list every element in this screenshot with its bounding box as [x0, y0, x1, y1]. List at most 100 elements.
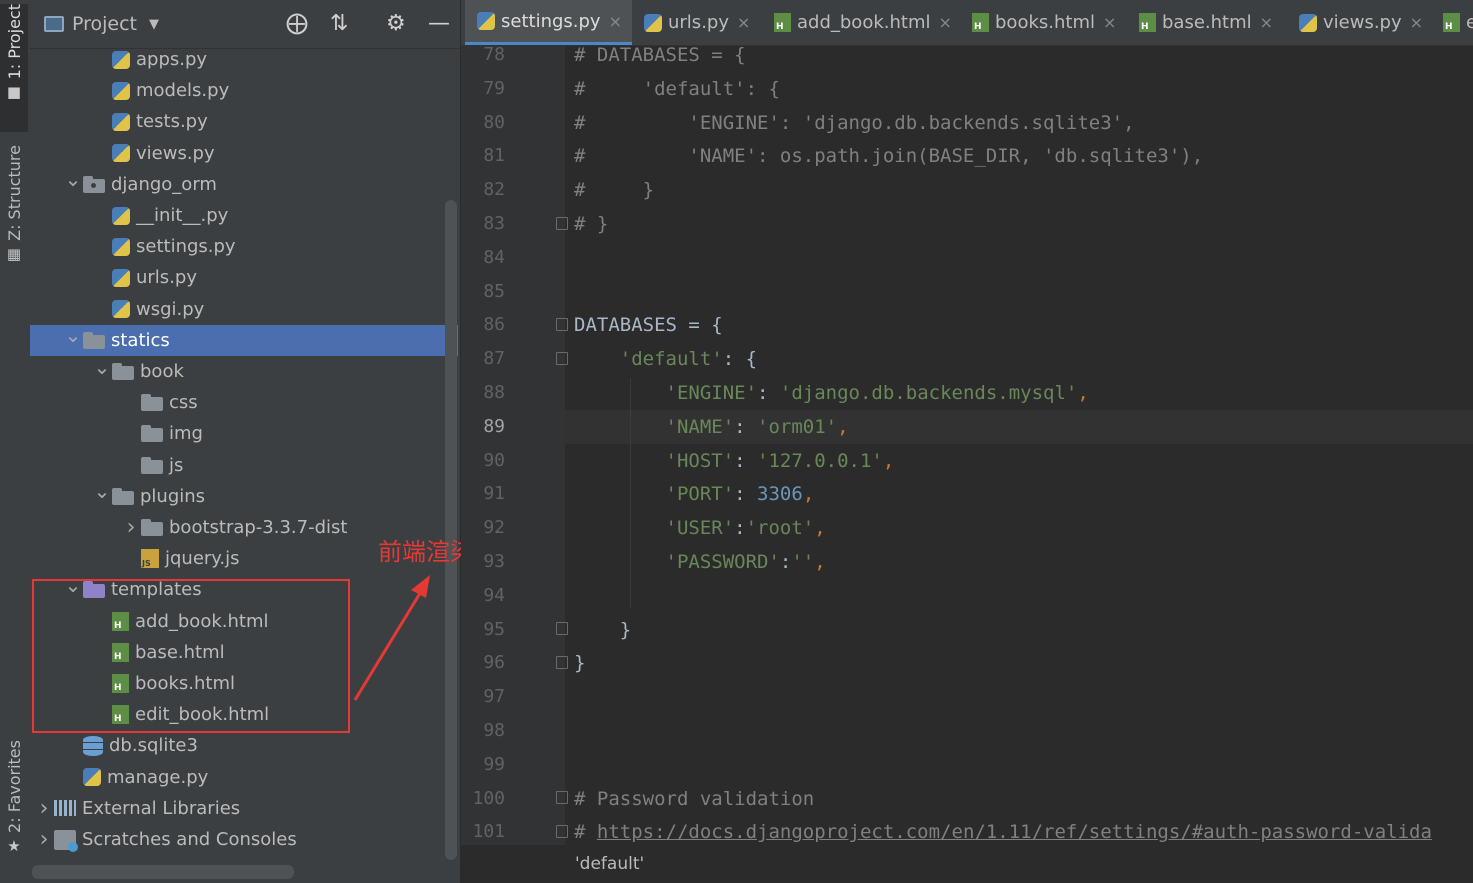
tree-item-label: edit_book.html — [135, 704, 270, 726]
code-line[interactable]: } — [574, 646, 1473, 680]
tree-item[interactable]: __init__.py — [30, 200, 458, 231]
code-token: , — [837, 415, 849, 438]
python-file-icon — [474, 9, 495, 30]
close-icon[interactable]: × — [1410, 13, 1423, 32]
python-file-icon — [109, 78, 130, 100]
code-line[interactable]: # DATABASES = { — [574, 38, 1473, 72]
line-number: 79 — [483, 77, 505, 99]
tree-item[interactable]: ⌄ statics — [30, 323, 458, 356]
favorites-tool-tab-label: 2: Favorites — [4, 740, 24, 833]
chevron-down-icon[interactable]: ⌄ — [63, 167, 83, 191]
close-icon[interactable]: × — [1260, 13, 1273, 32]
code-token: 'orm01' — [757, 415, 838, 438]
chevron-down-icon[interactable]: ⌄ — [63, 323, 83, 347]
tree-item-label: External Libraries — [82, 797, 241, 819]
fold-marker-icon[interactable] — [556, 318, 568, 331]
code-line[interactable]: # 'default': { — [574, 72, 1473, 106]
tree-item[interactable]: tests.py — [30, 106, 458, 137]
chevron-down-icon[interactable]: ⌄ — [92, 355, 112, 379]
fold-marker-icon[interactable] — [556, 791, 568, 804]
line-number: 90 — [483, 449, 505, 471]
fold-marker-icon[interactable] — [556, 656, 568, 669]
tree-item[interactable]: db.sqlite3 — [30, 730, 458, 761]
tree-item[interactable]: wsgi.py — [30, 294, 458, 325]
tree-item[interactable]: books.html — [30, 668, 458, 699]
horizontal-scrollbar[interactable] — [32, 865, 294, 879]
code-line[interactable] — [574, 275, 1473, 309]
favorites-tool-tab[interactable]: 2: Favorites ★ — [0, 740, 28, 870]
code-line[interactable]: 'USER':'root', — [574, 511, 1473, 545]
chevron-right-icon[interactable]: › — [34, 827, 54, 852]
collapse-all-icon[interactable]: ⇅ — [330, 12, 348, 36]
tree-item[interactable]: ⌄ plugins — [30, 479, 458, 512]
tree-item[interactable]: › Scratches and Consoles — [30, 824, 458, 855]
code-line[interactable] — [574, 680, 1473, 714]
code-line[interactable]: # } — [574, 173, 1473, 207]
tree-item[interactable]: manage.py — [30, 762, 458, 793]
code-line[interactable] — [574, 748, 1473, 782]
code-line[interactable]: } — [574, 613, 1473, 647]
code-line[interactable]: DATABASES = { — [574, 308, 1473, 342]
close-icon[interactable]: × — [737, 13, 750, 32]
indent-guide — [630, 378, 631, 608]
gear-icon[interactable]: ⚙ — [386, 12, 406, 36]
chevron-right-icon[interactable]: › — [34, 796, 54, 821]
structure-tool-tab[interactable]: Z: Structure ▦ — [0, 145, 28, 273]
code-line[interactable] — [574, 714, 1473, 748]
fold-marker-icon[interactable] — [556, 352, 568, 365]
code-line[interactable]: # } — [574, 207, 1473, 241]
chevron-down-icon[interactable]: ⌄ — [92, 479, 112, 503]
chevron-right-icon[interactable]: › — [121, 515, 141, 540]
line-number: 82 — [483, 179, 505, 201]
code-line[interactable]: # 'ENGINE': 'django.db.backends.sqlite3'… — [574, 106, 1473, 140]
tree-item[interactable]: urls.py — [30, 262, 458, 293]
chevron-down-icon[interactable]: ▼ — [149, 17, 159, 32]
tree-item[interactable]: › External Libraries — [30, 793, 458, 824]
tree-item-label: css — [169, 392, 198, 414]
tree-item[interactable]: ⌄ book — [30, 355, 458, 387]
code-line[interactable]: 'ENGINE': 'django.db.backends.mysql', — [574, 376, 1473, 410]
tree-item[interactable]: ⌄ templates — [30, 573, 458, 605]
code-line[interactable]: # Password validation — [574, 782, 1473, 816]
tree-item[interactable]: base.html — [30, 637, 458, 668]
fold-marker-icon[interactable] — [556, 217, 568, 230]
code-line[interactable]: 'PORT': 3306, — [574, 477, 1473, 511]
code-line[interactable] — [574, 241, 1473, 275]
line-number: 96 — [483, 652, 505, 674]
vertical-scrollbar[interactable] — [445, 200, 457, 860]
tree-item[interactable]: css — [30, 387, 458, 418]
code-line[interactable]: 'default': { — [574, 342, 1473, 376]
code-line[interactable]: 'NAME': 'orm01', — [574, 410, 1473, 444]
tree-item[interactable]: js — [30, 450, 458, 481]
close-icon[interactable]: × — [1103, 13, 1116, 32]
project-tool-tab[interactable]: 1: Project ■ — [0, 4, 28, 132]
code-line[interactable] — [574, 579, 1473, 613]
breadcrumb[interactable]: 'default' — [565, 848, 1473, 883]
close-icon[interactable]: × — [609, 12, 622, 31]
chevron-down-icon[interactable]: ⌄ — [63, 573, 83, 597]
locate-file-icon[interactable]: ⨁ — [286, 12, 308, 36]
line-number: 87 — [483, 348, 505, 370]
code-token: 'USER' — [665, 517, 735, 540]
code-line[interactable]: # 'NAME': os.path.join(BASE_DIR, 'db.sql… — [574, 139, 1473, 173]
tree-item[interactable]: apps.py — [30, 44, 458, 75]
tree-item[interactable]: edit_book.html — [30, 699, 458, 730]
tree-item[interactable]: img — [30, 418, 458, 449]
code-line[interactable]: # https://docs.djangoproject.com/en/1.11… — [574, 815, 1473, 849]
project-view-selector[interactable]: Project — [72, 13, 137, 35]
tree-item-label: apps.py — [136, 49, 208, 70]
tree-item[interactable]: views.py — [30, 138, 458, 169]
tree-item[interactable]: ⌄ django_orm — [30, 167, 458, 200]
tree-item[interactable]: settings.py — [30, 231, 458, 262]
code-token: # 'ENGINE': 'django.db.backends.sqlite3'… — [574, 111, 1135, 134]
hide-panel-icon[interactable]: — — [428, 12, 450, 36]
code-line[interactable]: 'HOST': '127.0.0.1', — [574, 444, 1473, 478]
project-tool-tab-label: 1: Project — [4, 4, 24, 80]
close-icon[interactable]: × — [938, 13, 951, 32]
fold-marker-icon[interactable] — [556, 825, 568, 838]
code-line[interactable]: 'PASSWORD':'', — [574, 545, 1473, 579]
fold-marker-icon[interactable] — [556, 622, 568, 635]
tree-item[interactable]: add_book.html — [30, 606, 458, 637]
tree-item[interactable]: models.py — [30, 75, 458, 106]
